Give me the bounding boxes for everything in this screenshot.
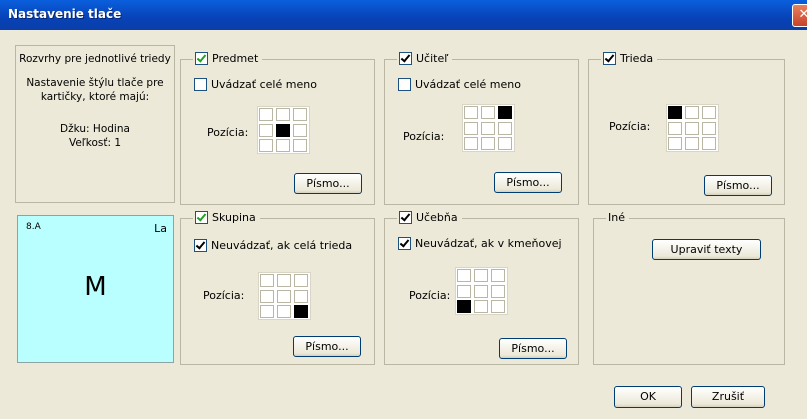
skupina-font-button[interactable]: Písmo... — [293, 336, 361, 357]
predmet-option-label: Uvádzať celé meno — [211, 78, 317, 91]
preview-class: 8.A — [26, 222, 41, 232]
ucebna-position-grid[interactable] — [455, 267, 508, 315]
ucitel-check-icon[interactable] — [399, 52, 412, 65]
ucitel-option[interactable]: Uvádzať celé meno — [398, 78, 521, 91]
cancel-button[interactable]: Zrušiť — [691, 386, 765, 408]
ucebna-option-checkbox[interactable] — [398, 237, 411, 250]
ucebna-label: Učebňa — [416, 211, 458, 224]
ucitel-checkbox[interactable]: Učiteľ — [397, 52, 453, 65]
window-title: Nastavenie tlače — [8, 7, 122, 21]
trieda-position-grid[interactable] — [666, 104, 719, 152]
ine-label: Iné — [608, 211, 625, 224]
predmet-check-icon[interactable] — [195, 52, 208, 65]
preview-subject: M — [84, 272, 107, 302]
ucebna-check-icon[interactable] — [399, 211, 412, 224]
predmet-font-button[interactable]: Písmo... — [294, 173, 362, 194]
trieda-position-label: Pozícia: — [609, 120, 651, 133]
ucitel-label: Učiteľ — [416, 52, 449, 65]
skupina-check-icon[interactable] — [195, 211, 208, 224]
group-ucitel: Učiteľ Uvádzať celé meno Pozícia: Písmo.… — [384, 52, 579, 205]
info-line-1: Rozvrhy pre jednotlivé triedy — [19, 53, 171, 65]
group-predmet: Predmet Uvádzať celé meno Pozícia: Písmo… — [180, 52, 375, 205]
skupina-label: Skupina — [212, 211, 256, 224]
predmet-position-label: Pozícia: — [207, 126, 249, 139]
info-line-3: kartičky, ktoré majú: — [40, 91, 150, 103]
ucitel-position-grid[interactable] — [462, 104, 515, 152]
predmet-label: Predmet — [212, 52, 259, 65]
ucebna-checkbox[interactable]: Učebňa — [397, 211, 462, 224]
ucebna-font-button[interactable]: Písmo... — [499, 338, 567, 359]
ucebna-option[interactable]: Neuvádzať, ak v kmeňovej — [398, 237, 562, 250]
skupina-option[interactable]: Neuvádzať, ak celá trieda — [194, 239, 352, 252]
ok-button[interactable]: OK — [614, 386, 682, 408]
edit-texts-button[interactable]: Upraviť texty — [652, 239, 761, 260]
info-line-4: Džku: Hodina — [60, 123, 130, 135]
info-line-2: Nastavenie štýlu tlače pre — [26, 77, 164, 89]
ucitel-position-label: Pozícia: — [403, 130, 445, 143]
close-icon[interactable]: ✕ — [792, 4, 807, 27]
card-preview: 8.A La M — [17, 215, 174, 363]
trieda-label: Trieda — [620, 52, 654, 65]
skupina-position-grid[interactable] — [258, 272, 311, 320]
ucitel-option-label: Uvádzať celé meno — [415, 78, 521, 91]
ucebna-option-label: Neuvádzať, ak v kmeňovej — [415, 237, 562, 250]
trieda-font-button[interactable]: Písmo... — [704, 175, 772, 196]
trieda-checkbox[interactable]: Trieda — [601, 52, 658, 65]
skupina-position-label: Pozícia: — [203, 289, 245, 302]
ucitel-option-checkbox[interactable] — [398, 78, 411, 91]
skupina-option-label: Neuvádzať, ak celá trieda — [211, 239, 353, 252]
ucebna-position-label: Pozícia: — [409, 289, 451, 302]
skupina-option-checkbox[interactable] — [194, 239, 207, 252]
trieda-check-icon[interactable] — [603, 52, 616, 65]
info-panel: Rozvrhy pre jednotlivé triedy Nastavenie… — [15, 45, 175, 203]
info-line-5: Veľkosť: 1 — [68, 137, 122, 149]
group-trieda: Trieda Pozícia: Písmo... — [588, 52, 785, 205]
ucitel-font-button[interactable]: Písmo... — [494, 172, 562, 193]
group-skupina: Skupina Neuvádzať, ak celá trieda Pozíci… — [180, 211, 375, 365]
title-bar: Nastavenie tlače ✕ — [0, 0, 807, 30]
predmet-option-checkbox[interactable] — [194, 78, 207, 91]
group-ine: Iné Upraviť texty — [593, 211, 785, 365]
predmet-position-grid[interactable] — [257, 106, 310, 154]
skupina-checkbox[interactable]: Skupina — [193, 211, 260, 224]
predmet-option[interactable]: Uvádzať celé meno — [194, 78, 317, 91]
ine-caption: Iné — [606, 211, 629, 224]
print-settings-dialog: Nastavenie tlače ✕ Rozvrhy pre jednotliv… — [0, 0, 807, 419]
preview-teacher: La — [154, 222, 167, 235]
predmet-checkbox[interactable]: Predmet — [193, 52, 263, 65]
group-ucebna: Učebňa Neuvádzať, ak v kmeňovej Pozícia:… — [384, 211, 579, 365]
